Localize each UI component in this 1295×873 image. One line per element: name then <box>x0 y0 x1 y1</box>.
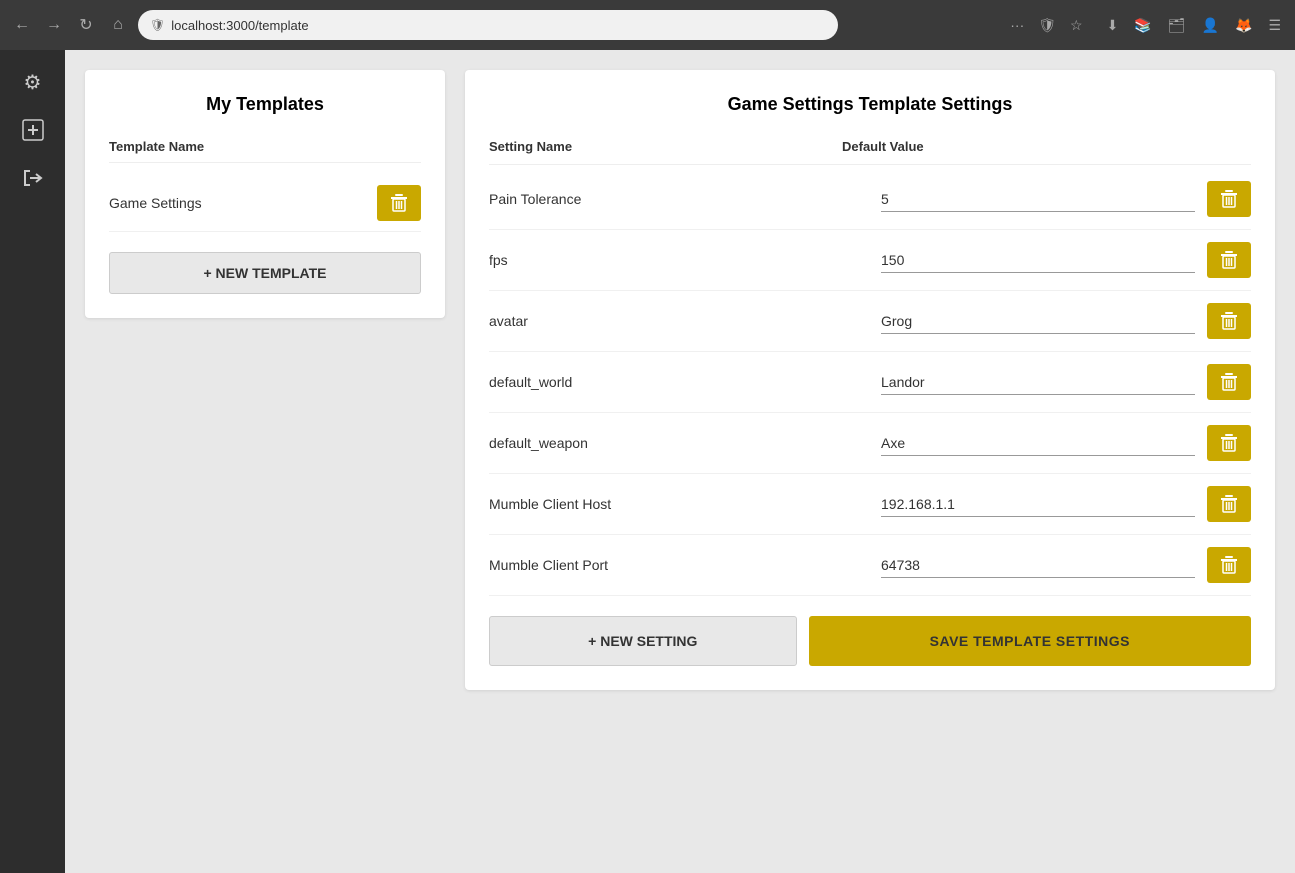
setting-value-input[interactable] <box>881 553 1195 578</box>
settings-rows: Pain Tolerance fps avatar default_world … <box>489 169 1251 596</box>
setting-row: default_weapon <box>489 413 1251 474</box>
settings-footer: + NEW SETTING SAVE TEMPLATE SETTINGS <box>489 616 1251 666</box>
setting-row: avatar <box>489 291 1251 352</box>
home-button[interactable]: ⌂ <box>106 13 130 37</box>
setting-name-header: Setting Name <box>489 139 842 154</box>
bookmark-button[interactable]: ☆ <box>1066 13 1087 38</box>
back-button[interactable]: ← <box>10 13 34 37</box>
templates-title: My Templates <box>109 94 421 115</box>
setting-name-label: default_weapon <box>489 435 869 451</box>
setting-value-input[interactable] <box>881 187 1195 212</box>
browser-chrome: ← → ↻ ⌂ 🛡 localhost:3000/template ··· 🛡 … <box>0 0 1295 50</box>
setting-value-container <box>881 181 1251 217</box>
new-template-button[interactable]: + NEW TEMPLATE <box>109 252 421 294</box>
delete-setting-button[interactable] <box>1207 303 1251 339</box>
reload-button[interactable]: ↻ <box>74 13 98 37</box>
tab-icon[interactable]: 🗂 <box>1164 13 1190 38</box>
setting-value-container <box>881 242 1251 278</box>
toolbar-icons: ⬇ 📚 🗂 👤 🦊 ☰ <box>1103 13 1285 38</box>
setting-value-input[interactable] <box>881 248 1195 273</box>
setting-name-label: Pain Tolerance <box>489 191 869 207</box>
page-content: My Templates Template Name Game Settings <box>65 50 1295 873</box>
setting-row: fps <box>489 230 1251 291</box>
security-icon: 🛡 <box>150 18 165 32</box>
delete-setting-button[interactable] <box>1207 181 1251 217</box>
setting-value-input[interactable] <box>881 309 1195 334</box>
more-options-button[interactable]: ··· <box>1006 13 1028 38</box>
app-container: ⚙ My Templates Template Name Game Settin… <box>0 50 1295 873</box>
sidebar: ⚙ <box>0 50 65 873</box>
save-settings-button[interactable]: SAVE TEMPLATE SETTINGS <box>809 616 1251 666</box>
setting-name-label: fps <box>489 252 869 268</box>
setting-value-container <box>881 425 1251 461</box>
delete-setting-button[interactable] <box>1207 547 1251 583</box>
setting-value-container <box>881 303 1251 339</box>
template-row: Game Settings <box>109 175 421 232</box>
setting-value-input[interactable] <box>881 492 1195 517</box>
delete-setting-button[interactable] <box>1207 364 1251 400</box>
delete-setting-button[interactable] <box>1207 242 1251 278</box>
library-icon[interactable]: 📚 <box>1130 13 1155 38</box>
forward-button[interactable]: → <box>42 13 66 37</box>
setting-name-label: default_world <box>489 374 869 390</box>
new-setting-button[interactable]: + NEW SETTING <box>489 616 797 666</box>
settings-panel: Game Settings Template Settings Setting … <box>465 70 1275 690</box>
address-bar[interactable]: 🛡 localhost:3000/template <box>138 10 838 40</box>
setting-row: Mumble Client Host <box>489 474 1251 535</box>
download-icon[interactable]: ⬇ <box>1103 13 1123 38</box>
pocket-button[interactable]: 🛡 <box>1034 13 1060 38</box>
setting-value-container <box>881 486 1251 522</box>
setting-value-header: Default Value <box>842 139 1195 154</box>
setting-name-label: avatar <box>489 313 869 329</box>
setting-row: Mumble Client Port <box>489 535 1251 596</box>
sidebar-item-settings[interactable]: ⚙ <box>13 62 53 102</box>
templates-panel: My Templates Template Name Game Settings <box>85 70 445 318</box>
settings-title: Game Settings Template Settings <box>489 94 1251 115</box>
setting-name-label: Mumble Client Port <box>489 557 869 573</box>
setting-row: Pain Tolerance <box>489 169 1251 230</box>
templates-column-header: Template Name <box>109 139 421 163</box>
delete-template-button[interactable] <box>377 185 421 221</box>
template-name: Game Settings <box>109 195 202 211</box>
profile-icon[interactable]: 👤 <box>1198 13 1223 38</box>
settings-header: Setting Name Default Value <box>489 139 1251 165</box>
delete-setting-button[interactable] <box>1207 425 1251 461</box>
browser-actions: ··· 🛡 ☆ <box>1006 13 1086 38</box>
sidebar-item-add[interactable] <box>13 110 53 150</box>
setting-value-input[interactable] <box>881 370 1195 395</box>
setting-name-label: Mumble Client Host <box>489 496 869 512</box>
sidebar-item-logout[interactable] <box>13 158 53 198</box>
setting-row: default_world <box>489 352 1251 413</box>
delete-setting-button[interactable] <box>1207 486 1251 522</box>
url-text: localhost:3000/template <box>171 18 308 33</box>
firefox-icon[interactable]: 🦊 <box>1231 13 1256 38</box>
setting-value-container <box>881 547 1251 583</box>
setting-value-input[interactable] <box>881 431 1195 456</box>
menu-icon[interactable]: ☰ <box>1264 13 1285 38</box>
setting-value-container <box>881 364 1251 400</box>
